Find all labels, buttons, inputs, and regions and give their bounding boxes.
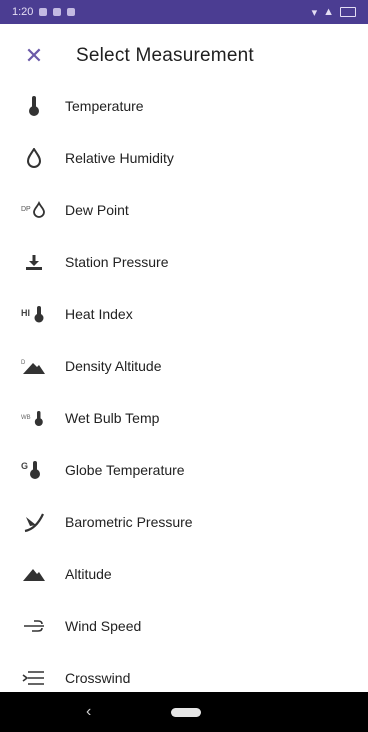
list-item-heat-index[interactable]: HI Heat Index	[0, 288, 368, 340]
list-item-density-altitude[interactable]: D Density Altitude	[0, 340, 368, 392]
svg-text:WB: WB	[21, 415, 31, 421]
list-item-label: Crosswind	[65, 670, 131, 686]
thermometer-icon	[20, 92, 48, 120]
close-button[interactable]: ✕	[10, 32, 58, 80]
list-item-label: Barometric Pressure	[65, 514, 193, 530]
svg-text:HI: HI	[21, 308, 30, 318]
list-item-label: Density Altitude	[65, 358, 162, 374]
list-item-station-pressure[interactable]: Station Pressure	[0, 236, 368, 288]
pressure-arrow-icon	[20, 248, 48, 276]
list-item-barometric-pressure[interactable]: Barometric Pressure	[0, 496, 368, 548]
svg-text:D: D	[21, 360, 26, 366]
clock: 1:20	[12, 6, 34, 18]
barometer-icon	[20, 508, 48, 536]
system-nav-bar: ‹	[0, 692, 368, 732]
svg-text:DP: DP	[21, 206, 31, 213]
globe-temp-icon: G	[20, 456, 48, 484]
close-icon: ✕	[24, 43, 44, 68]
list-item-label: Globe Temperature	[65, 462, 185, 478]
dew-point-icon: DP	[20, 196, 48, 224]
svg-text:G: G	[21, 461, 28, 471]
crosswind-icon	[20, 664, 48, 692]
density-altitude-icon: D	[20, 352, 48, 380]
list-item-dew-point[interactable]: DP Dew Point	[0, 184, 368, 236]
list-item-wet-bulb-temp[interactable]: WB Wet Bulb Temp	[0, 392, 368, 444]
list-item-altitude[interactable]: Altitude	[0, 548, 368, 600]
heat-index-icon: HI	[20, 300, 48, 328]
droplet-icon	[20, 144, 48, 172]
list-item-globe-temperature[interactable]: G Globe Temperature	[0, 444, 368, 496]
list-item-label: Wind Speed	[65, 618, 142, 634]
wet-bulb-icon: WB	[20, 404, 48, 432]
list-item-label: Temperature	[65, 98, 144, 114]
list-item-label: Station Pressure	[65, 254, 169, 270]
list-item-label: Wet Bulb Temp	[65, 410, 160, 426]
page-title: Select Measurement	[76, 45, 254, 66]
back-icon[interactable]: ‹	[86, 703, 91, 721]
list-item-label: Heat Index	[65, 306, 133, 322]
list-item-wind-speed[interactable]: Wind Speed	[0, 600, 368, 652]
app-bar: ✕ Select Measurement	[0, 24, 368, 88]
notification-icon	[53, 8, 62, 16]
notification-icon	[67, 8, 76, 16]
measurement-list: Temperature Relative Humidity DP Dew Poi…	[0, 80, 368, 704]
battery-icon	[340, 7, 356, 17]
list-item-label: Altitude	[65, 566, 112, 582]
wifi-icon: ▾	[311, 6, 318, 19]
wind-icon	[20, 612, 48, 640]
list-item-relative-humidity[interactable]: Relative Humidity	[0, 132, 368, 184]
list-item-label: Relative Humidity	[65, 150, 174, 166]
list-item-label: Dew Point	[65, 202, 129, 218]
list-item-temperature[interactable]: Temperature	[0, 80, 368, 132]
notification-icon	[39, 8, 48, 16]
status-bar: 1:20 ▾ ▲	[0, 0, 368, 24]
home-pill-icon[interactable]	[171, 707, 201, 717]
signal-icon: ▲	[323, 6, 334, 18]
mountain-icon	[20, 560, 48, 588]
